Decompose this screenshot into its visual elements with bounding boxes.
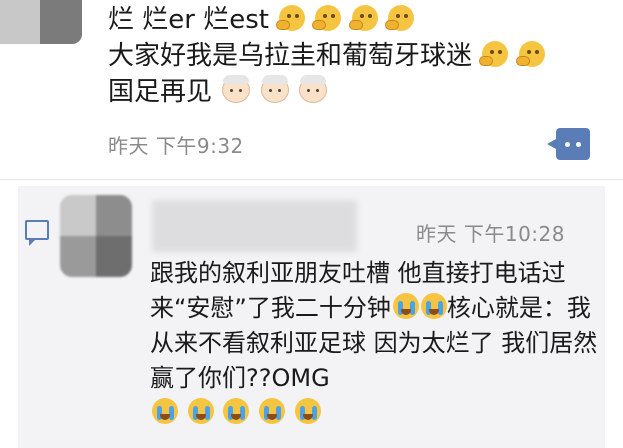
- loudly-crying-face-emoji-icon: [258, 398, 285, 424]
- more-dots-icon: [576, 142, 581, 147]
- loudly-crying-face-emoji-icon: [187, 398, 214, 424]
- loudly-crying-face-emoji-icon: [420, 293, 447, 319]
- more-actions-button[interactable]: [547, 128, 590, 160]
- loudly-crying-face-emoji-icon: [152, 398, 178, 424]
- older-person-emoji-icon: [222, 75, 251, 103]
- older-person-emoji-icon: [260, 75, 289, 103]
- thinking-face-emoji-icon: [385, 5, 415, 31]
- poster-avatar[interactable]: [0, 0, 82, 44]
- post-line-1: 烂 烂er 烂est: [108, 2, 613, 38]
- thinking-face-emoji-icon: [479, 41, 509, 67]
- comment-timestamp: 昨天 下午10:28: [416, 222, 565, 246]
- loudly-crying-face-emoji-icon: [294, 398, 321, 424]
- comment-bubble-icon: [25, 220, 49, 246]
- post-line-1-text: 烂 烂er 烂est: [108, 5, 269, 35]
- thinking-face-emoji-icon: [312, 5, 342, 31]
- thinking-face-emoji-icon: [276, 5, 306, 31]
- post-line-3: 国足再见: [108, 74, 613, 110]
- more-dots-icon: [565, 142, 570, 147]
- moment-post: 烂 烂er 烂est 大家好我是乌拉圭和葡萄牙球迷 国足再见 昨天 下午9:32: [0, 0, 623, 178]
- divider: [0, 179, 623, 180]
- comment-text: 跟我的叙利亚朋友吐槽 他直接打电话过来“安慰”了我二十分钟 核心就是：我从来不看叙…: [150, 256, 598, 431]
- commenter-avatar[interactable]: [60, 195, 132, 277]
- older-person-emoji-icon: [298, 75, 327, 103]
- post-timestamp: 昨天 下午9:32: [108, 134, 244, 158]
- loudly-crying-face-emoji-icon: [223, 398, 250, 424]
- post-text: 烂 烂er 烂est 大家好我是乌拉圭和葡萄牙球迷 国足再见: [108, 2, 613, 110]
- thinking-face-emoji-icon: [348, 5, 378, 31]
- thinking-face-emoji-icon: [515, 41, 545, 67]
- post-line-2: 大家好我是乌拉圭和葡萄牙球迷: [108, 38, 613, 74]
- loudly-crying-face-emoji-icon: [392, 293, 419, 319]
- post-line-3-text: 国足再见: [108, 77, 213, 107]
- post-line-2-text: 大家好我是乌拉圭和葡萄牙球迷: [108, 41, 473, 71]
- commenter-name-redacted[interactable]: [152, 200, 357, 252]
